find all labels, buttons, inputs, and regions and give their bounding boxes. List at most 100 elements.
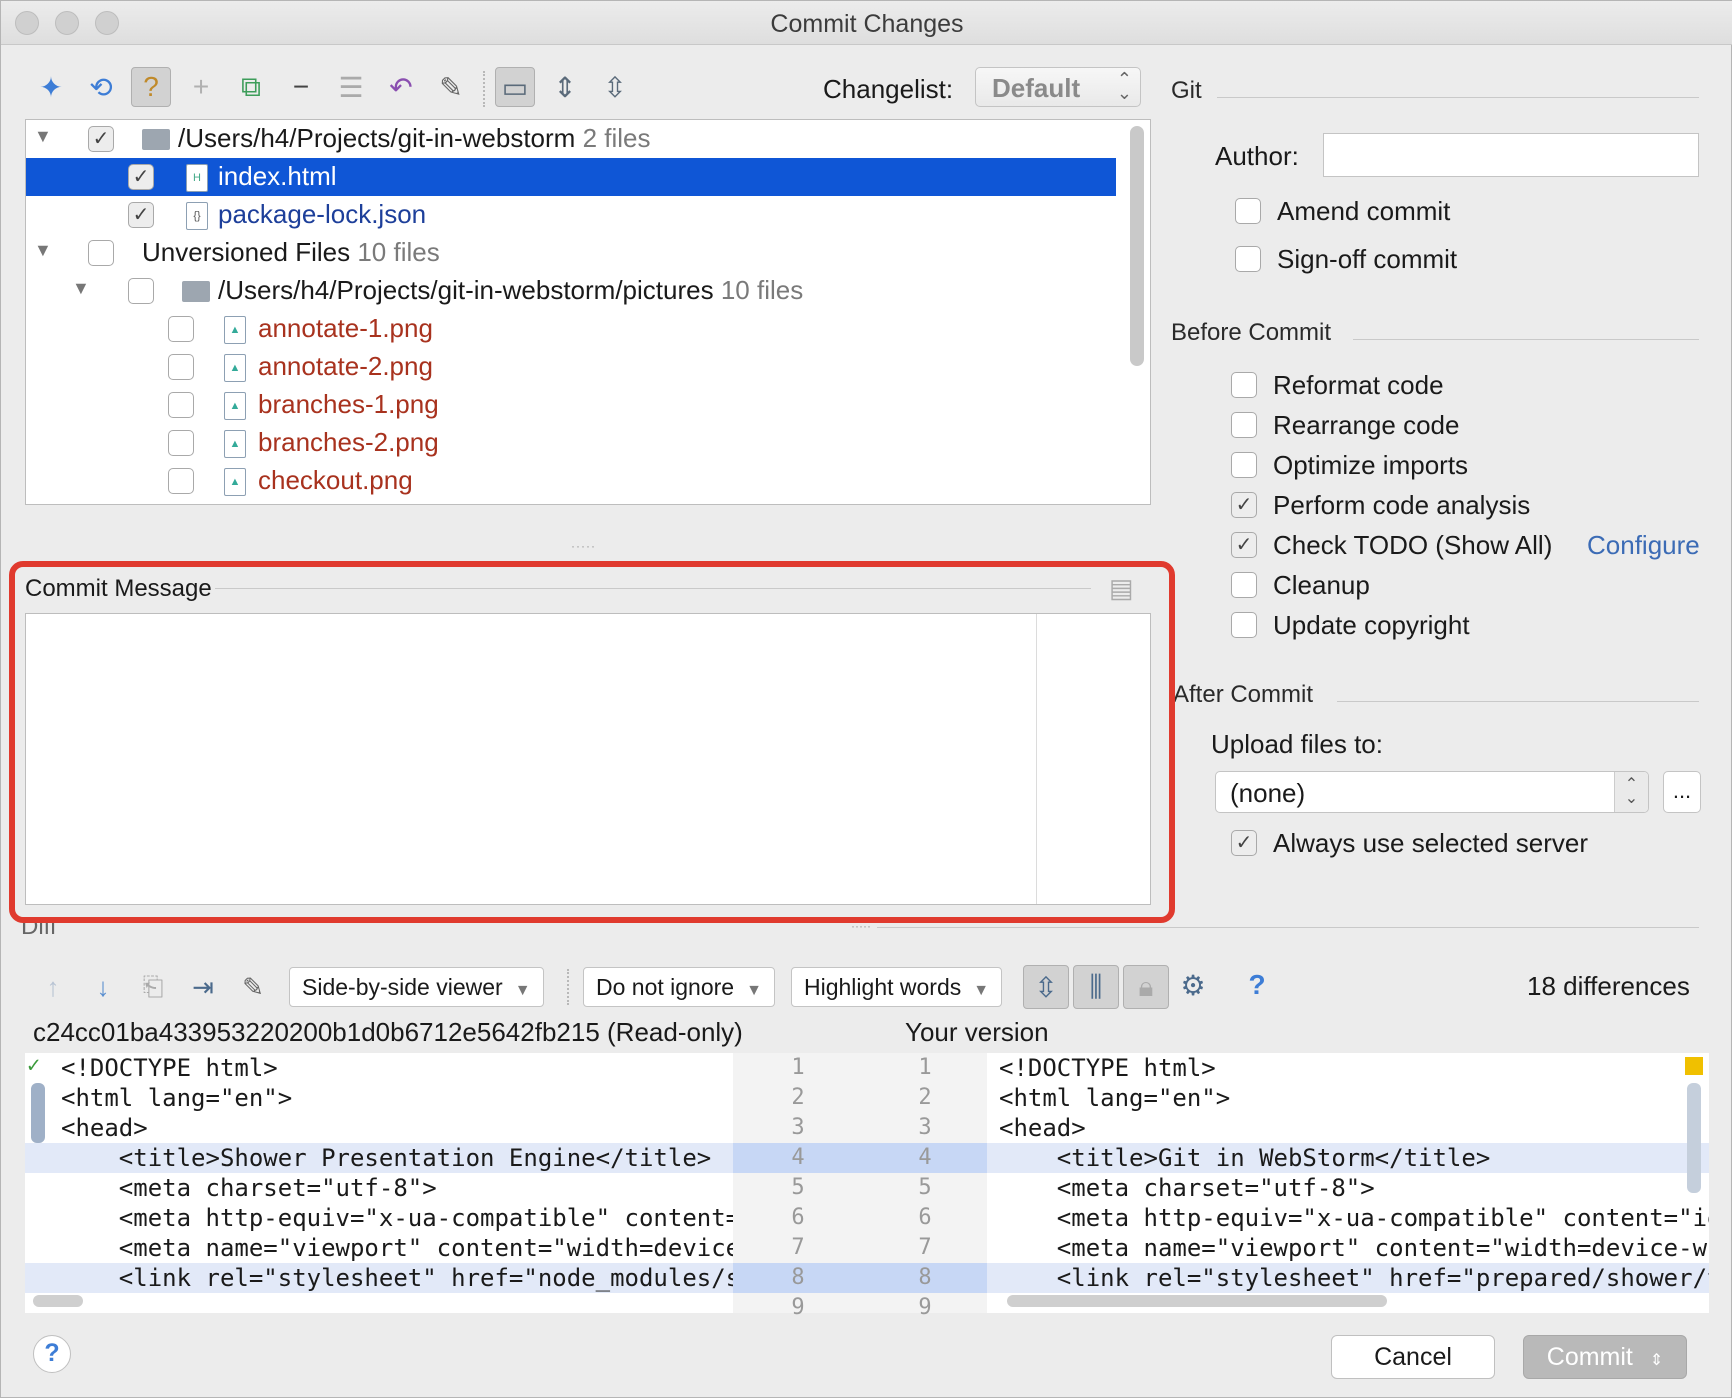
checkbox[interactable]: ✓	[1231, 830, 1257, 856]
show-diff-icon[interactable]: ✦	[31, 67, 71, 107]
expand-arrow-icon[interactable]: ▼	[72, 278, 90, 299]
commit-button[interactable]: Commit ⇕	[1523, 1335, 1687, 1379]
changelist-select[interactable]: Default ⌃ ⌄	[975, 67, 1141, 107]
next-difference-icon[interactable]: ↓	[83, 967, 123, 1007]
tree-row-label: index.html	[218, 161, 337, 191]
ignore-whitespace-select[interactable]: Do not ignore ▼	[583, 967, 775, 1007]
sync-scroll-icon[interactable]: ⫼	[1073, 965, 1119, 1009]
checkbox[interactable]	[1235, 198, 1261, 224]
inspection-status-icon[interactable]	[1685, 1057, 1703, 1075]
tree-row-unversioned[interactable]: ▼ Unversioned Files 10 files	[26, 234, 1116, 272]
image-file-icon: ▲	[224, 430, 246, 458]
checkbox[interactable]	[1235, 246, 1261, 272]
help-icon[interactable]: ?	[1237, 965, 1277, 1005]
option-label: Update copyright	[1273, 610, 1470, 640]
tree-row-package-lock[interactable]: ✓ {} package-lock.json	[26, 196, 1116, 234]
file-count: 10 files	[720, 275, 804, 305]
compare-previous-file-icon[interactable]: ⎗	[133, 967, 173, 1007]
collapse-unchanged-icon[interactable]: ⇳	[1023, 965, 1069, 1009]
checkbox[interactable]	[1231, 412, 1257, 438]
tree-row-file[interactable]: ▲ branches-1.png	[26, 386, 1116, 424]
expand-arrow-icon[interactable]: ▼	[34, 240, 52, 261]
checkbox[interactable]	[1231, 372, 1257, 398]
line-number: 4	[863, 1143, 987, 1173]
show-directories-icon[interactable]: ▭	[495, 67, 535, 107]
edit-source-icon[interactable]: ✎	[233, 967, 273, 1007]
checkbox[interactable]: ✓	[88, 126, 114, 152]
checkbox[interactable]: ✓	[1231, 532, 1257, 558]
show-unversioned-icon[interactable]: ?	[131, 67, 171, 107]
splitter-handle[interactable]: ·····	[571, 539, 596, 553]
line-number: 9	[918, 1295, 932, 1320]
tree-scrollbar[interactable]	[1130, 126, 1144, 366]
checkbox[interactable]	[168, 316, 194, 342]
lock-icon[interactable]: 🔒︎	[1123, 965, 1169, 1009]
line-number: 7	[918, 1235, 932, 1260]
add-icon[interactable]: +	[181, 67, 221, 107]
checkbox[interactable]: ✓	[128, 202, 154, 228]
move-to-changelist-icon[interactable]: ⧉	[231, 67, 271, 107]
gear-icon[interactable]: ⚙	[1173, 965, 1213, 1005]
tree-row-file[interactable]: ▲ annotate-1.png	[26, 310, 1116, 348]
compare-next-file-icon[interactable]: ⇥	[183, 967, 223, 1007]
code-line: <meta http-equiv="x-ua-compatible" conte…	[61, 1204, 733, 1232]
tree-row-file[interactable]: ▲ branches-2.png	[26, 424, 1116, 462]
refresh-icon[interactable]: ⟲	[81, 67, 121, 107]
tree-row-file[interactable]: ▲ checkout.png	[26, 462, 1116, 500]
checkbox[interactable]: ✓	[128, 164, 154, 190]
checkbox[interactable]	[168, 392, 194, 418]
highlight-mode-select[interactable]: Highlight words ▼	[791, 967, 1003, 1007]
image-file-icon: ▲	[224, 468, 246, 496]
splitter-handle[interactable]: ·····	[851, 919, 871, 933]
tree-row-file[interactable]: ▲ annotate-2.png	[26, 348, 1116, 386]
checkbox[interactable]	[1231, 572, 1257, 598]
tree-row-label: annotate-1.png	[258, 313, 433, 343]
browse-servers-button[interactable]: ...	[1663, 771, 1701, 813]
configure-link[interactable]: Configure	[1587, 530, 1700, 561]
rollback-icon[interactable]: ↶	[381, 67, 421, 107]
checkbox[interactable]	[168, 468, 194, 494]
remove-icon[interactable]: −	[281, 67, 321, 107]
checkbox[interactable]	[1231, 612, 1257, 638]
line-number: 9	[791, 1295, 805, 1320]
checkbox[interactable]: ✓	[1231, 492, 1257, 518]
changes-tree[interactable]: ▼ ✓ /Users/h4/Projects/git-in-webstorm 2…	[25, 119, 1151, 505]
html-file-icon: H	[186, 164, 208, 192]
expand-arrow-icon[interactable]: ▼	[34, 126, 52, 147]
line-number: 4	[733, 1143, 863, 1173]
help-button[interactable]: ?	[33, 1335, 71, 1373]
group-by-icon[interactable]: ☰	[331, 67, 371, 107]
line-number: 2	[791, 1085, 805, 1110]
viewer-mode-value: Side-by-side viewer	[302, 974, 503, 1000]
viewer-mode-select[interactable]: Side-by-side viewer ▼	[289, 967, 544, 1007]
file-count: 2 files	[582, 123, 651, 153]
horizontal-scrollbar[interactable]	[33, 1295, 83, 1307]
collapse-all-icon[interactable]: ⇳	[595, 67, 635, 107]
upload-server-select[interactable]: (none) ⌃ ⌄	[1215, 771, 1649, 813]
checkbox[interactable]	[128, 278, 154, 304]
cancel-button[interactable]: Cancel	[1331, 1335, 1495, 1379]
tree-row-pictures[interactable]: ▼ /Users/h4/Projects/git-in-webstorm/pic…	[26, 272, 1116, 310]
option-label: Sign-off commit	[1277, 244, 1458, 274]
checkbox[interactable]	[1231, 452, 1257, 478]
image-file-icon: ▲	[224, 316, 246, 344]
chevron-down-icon: ▼	[514, 982, 531, 999]
checkbox[interactable]	[168, 430, 194, 456]
vertical-scrollbar[interactable]	[1687, 1083, 1701, 1193]
checkbox[interactable]	[88, 240, 114, 266]
code-line: <!DOCTYPE html>	[999, 1054, 1216, 1082]
horizontal-scrollbar[interactable]	[1007, 1295, 1387, 1307]
author-input[interactable]	[1323, 133, 1699, 177]
edit-source-icon[interactable]: ✎	[431, 67, 471, 107]
code-line: <meta http-equiv="x-ua-compatible" conte…	[999, 1204, 1709, 1232]
toolbar-separator	[483, 71, 485, 107]
tree-row-index-html[interactable]: ✓ H index.html	[26, 158, 1116, 196]
left-diff-pane[interactable]: ✓ <!DOCTYPE html> <html lang="en"> <head…	[25, 1053, 733, 1313]
json-file-icon: {}	[186, 202, 208, 230]
previous-difference-icon[interactable]: ↑	[33, 967, 73, 1007]
tree-row-root[interactable]: ▼ ✓ /Users/h4/Projects/git-in-webstorm 2…	[26, 120, 1116, 158]
right-revision-title: Your version	[905, 1017, 1049, 1047]
checkbox[interactable]	[168, 354, 194, 380]
expand-all-icon[interactable]: ⇕	[545, 67, 585, 107]
right-diff-pane[interactable]: <!DOCTYPE html> <html lang="en"> <head> …	[987, 1053, 1709, 1313]
